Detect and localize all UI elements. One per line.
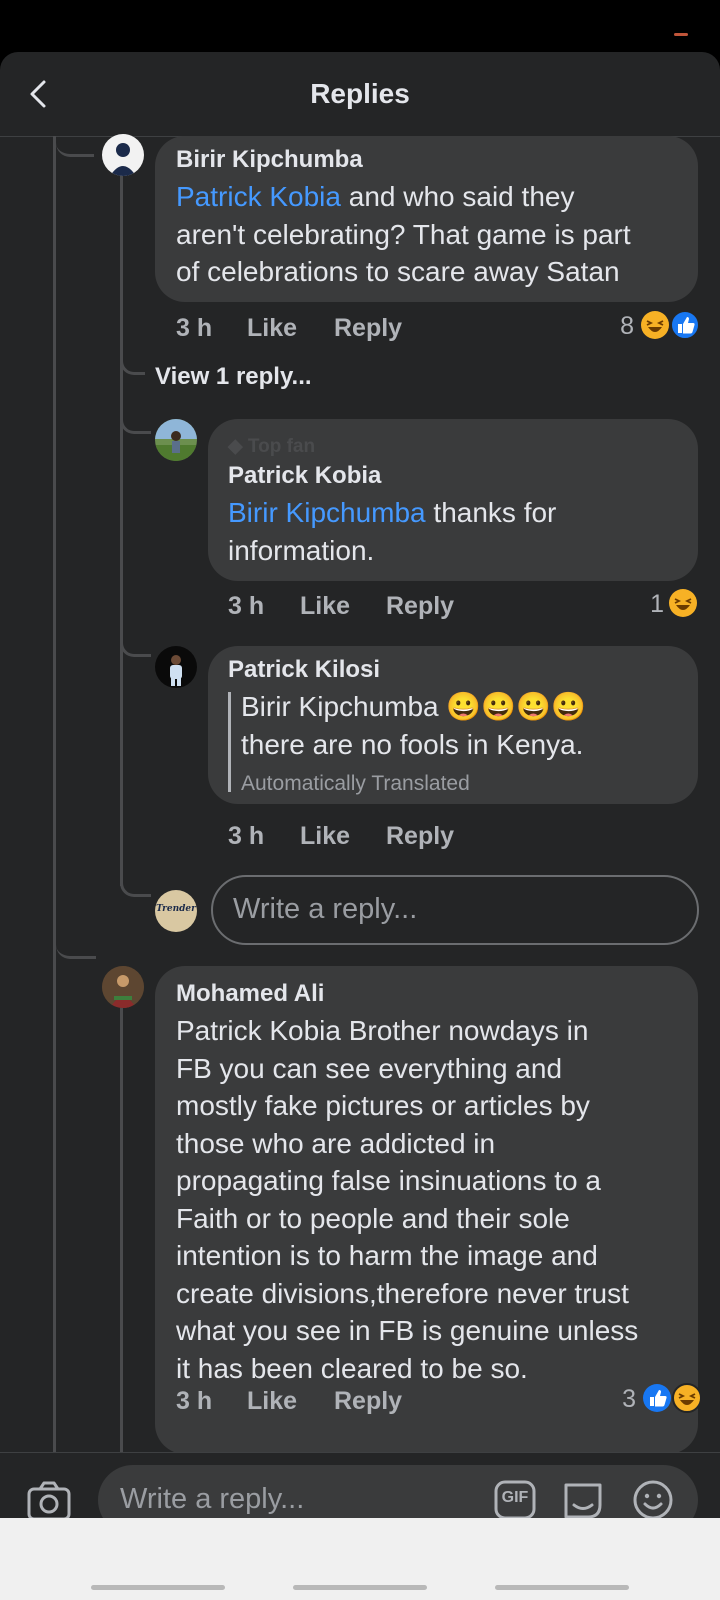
comment-author[interactable]: Birir Kipchumba (176, 146, 363, 174)
reaction-count[interactable]: 8 (590, 312, 634, 341)
reactions-summary[interactable] (668, 588, 700, 618)
comment-line: there are no fools in Kenya. (241, 728, 584, 760)
comment-line: aren't celebrating? That game is part (176, 218, 631, 250)
sticker-button[interactable] (562, 1479, 604, 1521)
person-icon (155, 419, 197, 461)
comment-line: of celebrations to scare away Satan (176, 256, 620, 287)
comment-line: those who are addicted in (176, 1127, 496, 1159)
person-icon (102, 966, 144, 1008)
camera-button[interactable] (26, 1479, 72, 1523)
nav-recents-button[interactable] (91, 1585, 225, 1590)
status-bar (0, 0, 720, 52)
avatar[interactable] (102, 966, 144, 1008)
comment-author[interactable]: Mohamed Ali (176, 980, 324, 1008)
page-title: Replies (310, 78, 410, 109)
reply-button[interactable]: Reply (386, 822, 454, 851)
inline-reply-input[interactable]: Write a reply... (211, 875, 699, 945)
comment-text: Birir Kipchumba 😀😀😀😀 there are no fools … (241, 688, 681, 763)
comment-time: 3 h (228, 822, 265, 850)
like-button[interactable]: Like (247, 1387, 297, 1416)
reply-button[interactable]: Reply (334, 314, 402, 343)
top-bar: Replies (0, 52, 720, 137)
haha-icon (672, 1383, 702, 1413)
nav-home-button[interactable] (293, 1585, 427, 1590)
gif-button[interactable]: GIF (494, 1479, 536, 1521)
diamond-icon: ◆ (228, 436, 243, 457)
view-more-replies[interactable]: View 1 reply... (155, 363, 312, 391)
comment-line: mostly fake pictures or articles by (176, 1090, 590, 1121)
thread-line (53, 136, 56, 1600)
comment-line: information. (228, 534, 375, 566)
comment-time: 3 h (176, 314, 213, 342)
comment-text: Birir Kipchumba thanks for information. (228, 494, 688, 569)
comment-line: propagating false insinuations to a (176, 1165, 601, 1196)
comment-author[interactable]: Patrick Kilosi (228, 656, 380, 684)
thread-connector (120, 872, 151, 897)
like-button[interactable]: Like (247, 314, 297, 343)
thread-connector (120, 407, 151, 434)
like-icon (670, 310, 700, 340)
auto-translated-label[interactable]: Automatically Translated (241, 772, 470, 796)
like-button[interactable]: Like (300, 592, 350, 621)
emoji-icon (633, 1480, 673, 1520)
thread-connector (120, 352, 145, 375)
comment-line: what you see in FB is genuine unless (176, 1315, 639, 1346)
replies-sheet: Replies Birir Kipchumba Patrick Kobia an… (0, 52, 720, 1600)
comment-line: create divisions,therefore never trust (176, 1277, 629, 1309)
comment-line: FB you can see everything and (176, 1052, 563, 1084)
comment-line: Patrick Kobia Brother nowdays in (176, 1015, 589, 1046)
avatar-logo-text: Trender (156, 904, 196, 914)
thread-connector (56, 932, 96, 959)
person-icon (110, 143, 136, 176)
avatar[interactable] (155, 646, 197, 688)
reactions-summary[interactable] (640, 310, 702, 340)
like-button[interactable]: Like (300, 822, 350, 851)
comment-line: Faith or to people and their sole (176, 1202, 570, 1234)
avatar[interactable] (102, 134, 144, 176)
comment-line: and who said they (340, 181, 575, 212)
current-user-avatar: Trender (155, 890, 197, 932)
reaction-count[interactable]: 3 (592, 1385, 636, 1414)
thread-connector (56, 136, 94, 157)
comment-author[interactable]: Patrick Kobia (228, 462, 381, 490)
status-indicator (674, 33, 688, 36)
reply-button[interactable]: Reply (334, 1387, 402, 1416)
comment-time: 3 h (176, 1387, 213, 1415)
comment-text: Patrick Kobia Brother nowdays in FB you … (176, 1012, 691, 1387)
reaction-count[interactable]: 1 (620, 590, 664, 619)
reply-button[interactable]: Reply (386, 592, 454, 621)
nav-back-button[interactable] (495, 1585, 629, 1590)
comment-line: intention is to harm the image and (176, 1240, 598, 1271)
reply-placeholder: Write a reply... (233, 893, 418, 925)
gif-label: GIF (501, 1489, 529, 1506)
reactions-summary[interactable] (642, 1383, 704, 1413)
comment-line: thanks for (425, 497, 557, 528)
sticker-icon (564, 1483, 602, 1519)
camera-icon (27, 1481, 71, 1521)
thread-line (120, 176, 123, 886)
mention-link[interactable]: Birir Kipchumba (228, 497, 426, 528)
person-icon (170, 655, 182, 686)
haha-icon (641, 311, 669, 339)
comment-text: Patrick Kobia and who said they aren't c… (176, 178, 686, 291)
thread-connector (120, 632, 151, 657)
haha-icon (669, 589, 697, 617)
comment-line: Birir Kipchumba 😀😀😀😀 (241, 691, 586, 722)
reply-placeholder: Write a reply... (120, 1483, 305, 1515)
avatar[interactable] (155, 419, 197, 461)
comment-line: it has been cleared to be so. (176, 1352, 528, 1384)
like-icon (643, 1384, 671, 1412)
comment-time: 3 h (228, 592, 265, 620)
top-fan-badge: ◆ Top fan (228, 436, 316, 457)
system-nav-bar (0, 1518, 720, 1600)
mention-link[interactable]: Patrick Kobia (176, 181, 341, 212)
emoji-button[interactable] (632, 1479, 674, 1521)
translation-quote-bar (228, 692, 231, 792)
